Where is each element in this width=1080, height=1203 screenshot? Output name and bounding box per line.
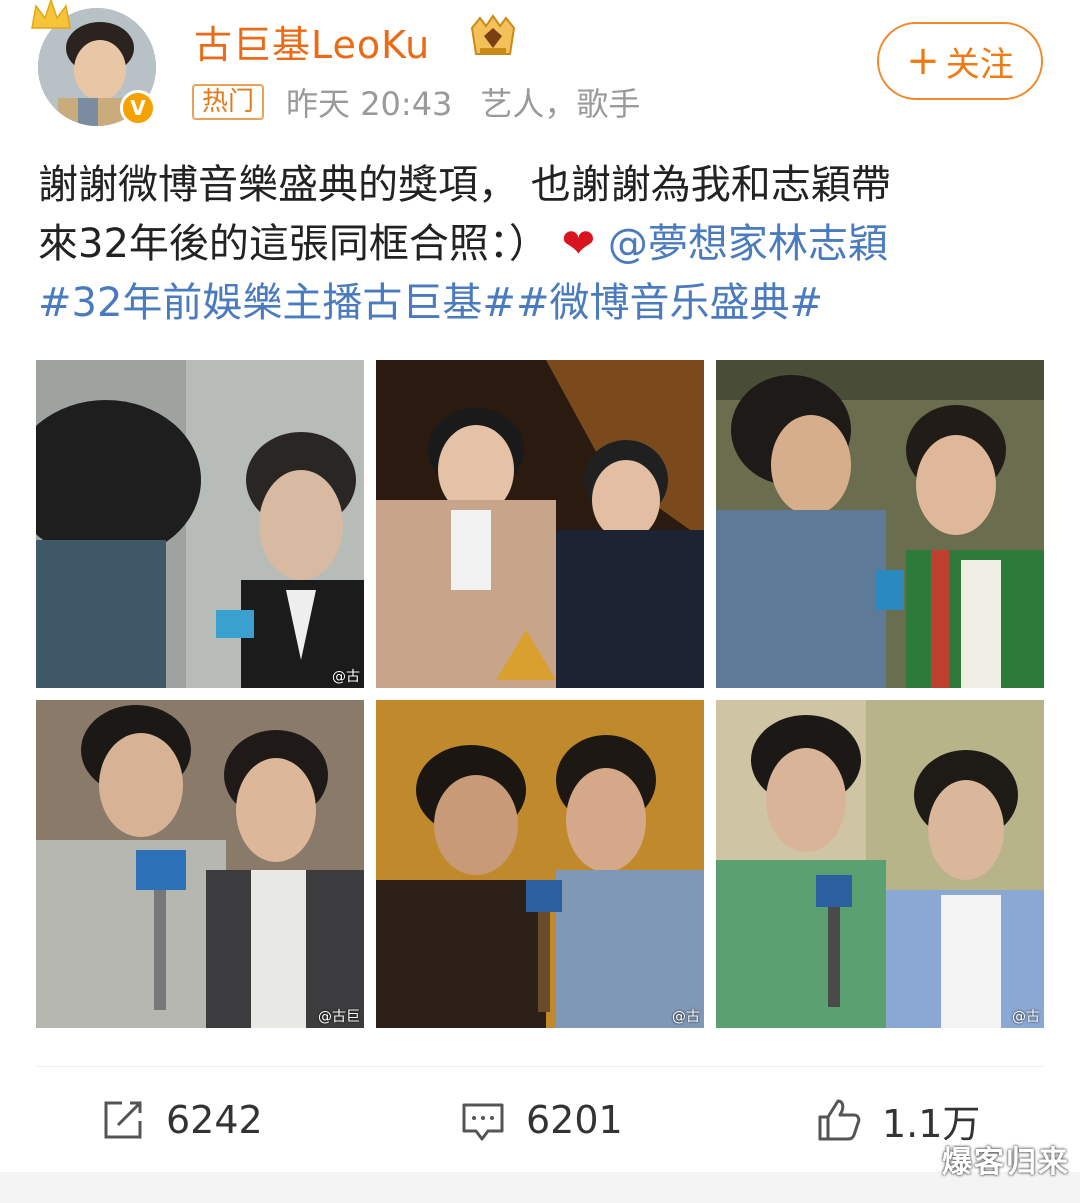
photo-1[interactable]: @古 [36, 360, 364, 688]
crown-icon [31, 0, 71, 29]
avatar-container[interactable]: V [31, 0, 158, 128]
site-watermark: 爆客归来 [942, 1145, 1070, 1180]
comment-icon [462, 1103, 504, 1141]
repost-count: 6242 [166, 1098, 263, 1142]
thumbs-up-icon [818, 1099, 861, 1141]
photo-4[interactable]: @古巨 [36, 700, 364, 1028]
post-text: 謝謝微博音樂盛典的獎項， 也謝謝為我和志穎帶 來32年後的這張同框合照：） ❤ … [38, 156, 1048, 333]
photo-2[interactable] [376, 360, 704, 688]
post-header: V 古巨基LeoKu 热门 昨天 20:43 艺人，歌手 + 关注 [0, 0, 1080, 140]
post-text-line-1: 謝謝微博音樂盛典的獎項， 也謝謝為我和志穎帶 [38, 162, 891, 208]
comment-count: 6201 [526, 1098, 623, 1142]
heart-emoji: ❤ [561, 221, 596, 267]
comment-button[interactable]: 6201 [460, 1085, 623, 1155]
divider [36, 1066, 1044, 1067]
action-bar: 6242 6201 1.1万 [0, 1085, 1080, 1155]
repost-icon [104, 1101, 142, 1139]
photo-watermark: @古 [1012, 1009, 1040, 1025]
topic-link-2[interactable]: #微博音乐盛典# [516, 280, 823, 326]
photo-watermark: @古 [332, 669, 360, 685]
topic-link-1[interactable]: #32年前娛樂主播古巨基# [38, 280, 516, 326]
post-text-line-3: #32年前娛樂主播古巨基##微博音乐盛典# [38, 274, 1048, 333]
user-tags: 艺人，歌手 [480, 85, 641, 123]
photo-grid: @古 @古巨 @古 @古 [36, 360, 1044, 1028]
follow-label: 关注 [945, 44, 1014, 85]
photo-3[interactable] [716, 360, 1044, 688]
mention-link[interactable]: @夢想家林志穎 [608, 221, 888, 267]
post-text-line-2: 來32年後的這張同框合照：） ❤ @夢想家林志穎 [38, 215, 1048, 274]
verified-badge: V [120, 90, 156, 126]
post-meta: 热门 昨天 20:43 艺人，歌手 [192, 82, 641, 123]
post-text-body: 來32年後的這張同框合照：） [38, 221, 549, 267]
follow-button[interactable]: + 关注 [877, 22, 1043, 100]
bottom-strip [0, 1172, 1080, 1203]
photo-watermark: @古 [672, 1009, 700, 1025]
photo-watermark: @古巨 [318, 1009, 360, 1025]
username[interactable]: 古巨基LeoKu [194, 14, 430, 69]
vip-badge-icon[interactable] [466, 14, 520, 58]
photo-6[interactable]: @古 [716, 700, 1044, 1028]
post-time: 昨天 20:43 [286, 85, 453, 123]
repost-button[interactable]: 6242 [100, 1085, 263, 1155]
photo-5[interactable]: @古 [376, 700, 704, 1028]
plus-icon: + [906, 38, 940, 84]
hot-tag: 热门 [192, 84, 265, 120]
